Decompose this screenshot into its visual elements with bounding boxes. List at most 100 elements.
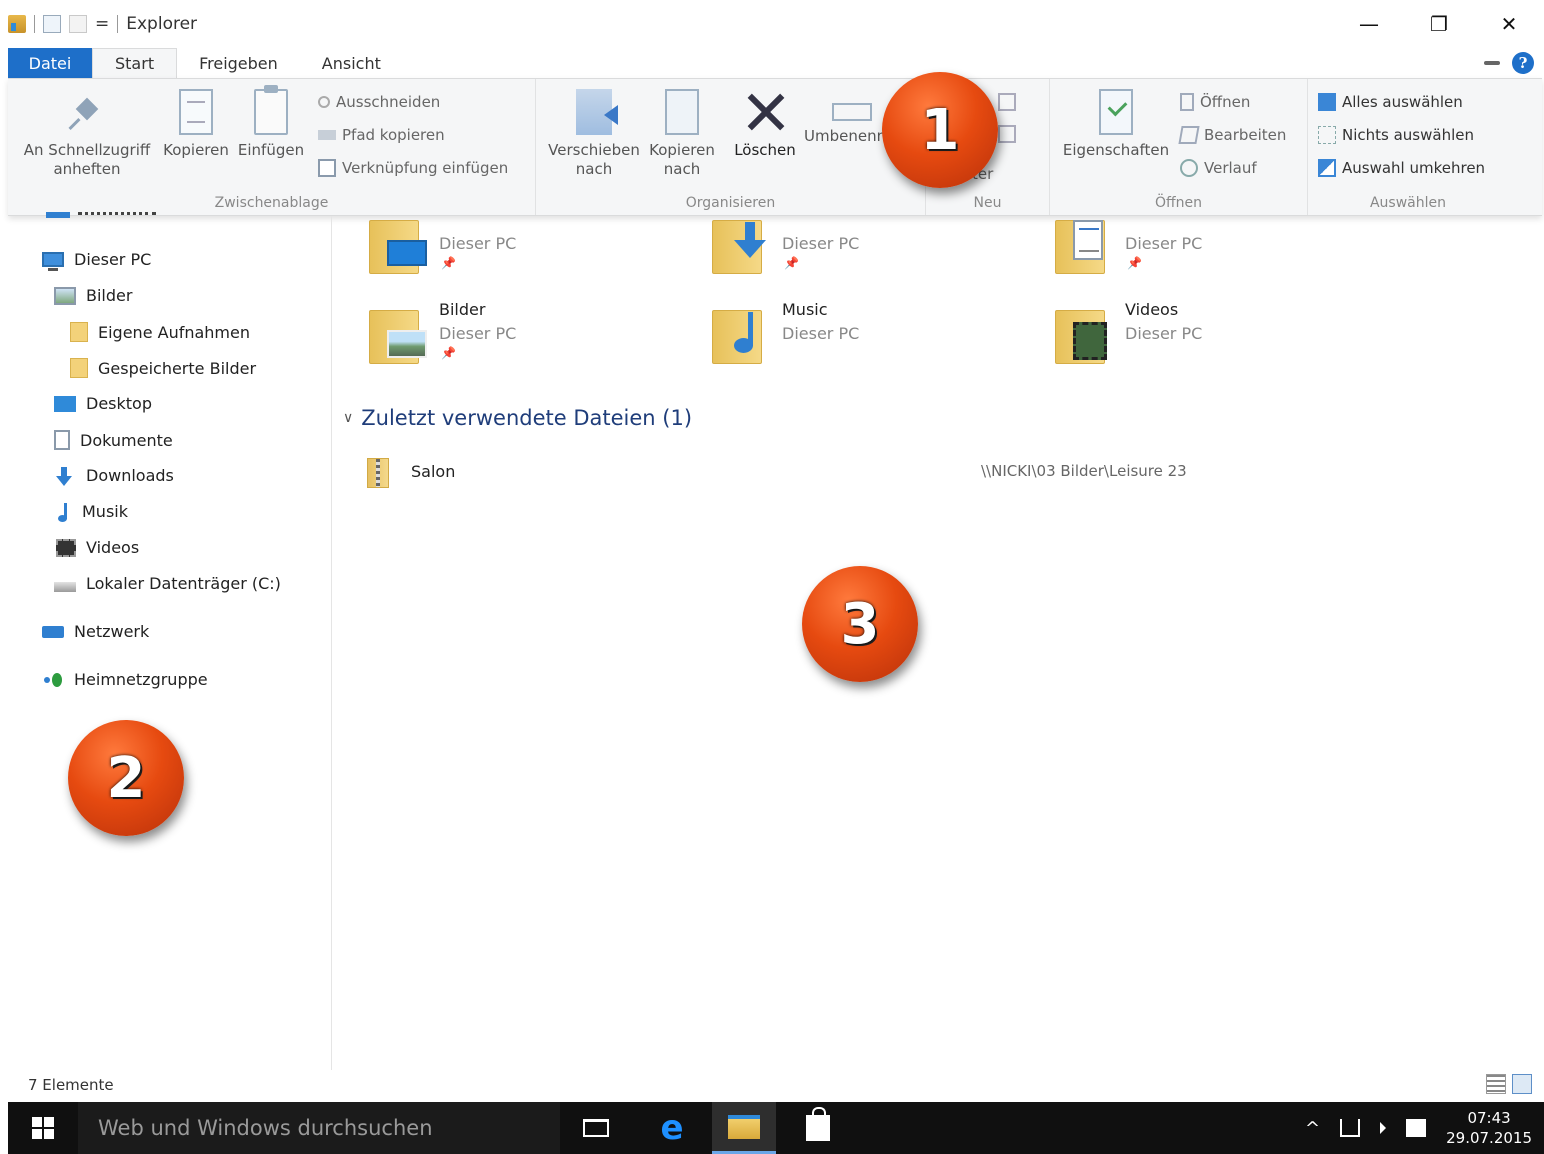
tile-name: Videos: [1125, 300, 1179, 319]
delete-icon: [743, 89, 787, 135]
select-all-button[interactable]: Alles auswählen: [1318, 93, 1463, 111]
properties-icon[interactable]: [43, 15, 61, 33]
nav-item-saved-pictures[interactable]: Gespeicherte Bilder: [70, 358, 256, 378]
taskbar-search-box[interactable]: Web und Windows durchsuchen: [78, 1102, 560, 1154]
edge-button[interactable]: e: [640, 1102, 704, 1154]
pin-icon: 📌: [784, 256, 799, 270]
pin-quick-access-button[interactable]: An Schnellzugriff anheften: [14, 89, 160, 179]
open-label: Öffnen: [1200, 93, 1251, 111]
open-icon: [1180, 93, 1194, 111]
quick-access-tile[interactable]: Dieser PC 📌: [676, 210, 1006, 282]
paste-shortcut-label: Verknüpfung einfügen: [342, 159, 509, 177]
delete-button[interactable]: Löschen: [730, 89, 800, 160]
nav-item-own-photos[interactable]: Eigene Aufnahmen: [70, 322, 250, 342]
list-item[interactable]: Salon \\NICKI\03 Bilder\Leisure 23: [361, 456, 1211, 490]
nav-label-homegroup: Heimnetzgruppe: [74, 670, 208, 689]
task-view-button[interactable]: [564, 1102, 628, 1154]
copy-to-button[interactable]: Kopieren nach: [642, 89, 722, 179]
quick-access-tile[interactable]: Bilder Dieser PC 📌: [333, 300, 663, 372]
nav-item-pictures[interactable]: Bilder: [54, 286, 132, 305]
tab-view[interactable]: Ansicht: [300, 48, 403, 78]
recent-files-header[interactable]: ∨ Zuletzt verwendete Dateien (1): [343, 406, 692, 430]
nav-item-partial-onedrive[interactable]: [46, 212, 166, 222]
quick-access-toolbar: = Explorer: [8, 14, 197, 34]
nav-item-documents[interactable]: Dokumente: [54, 430, 173, 450]
group-clipboard: An Schnellzugriff anheften Kopieren Einf…: [8, 79, 536, 215]
easy-access-button[interactable]: [998, 125, 1016, 143]
nav-label-saved-pictures: Gespeicherte Bilder: [98, 358, 257, 378]
copy-icon: [179, 89, 213, 135]
close-button[interactable]: ✕: [1474, 0, 1544, 48]
show-hidden-icons-icon[interactable]: ^: [1305, 1118, 1320, 1139]
qat-dropdown-icon[interactable]: =: [95, 14, 109, 34]
history-button[interactable]: Verlauf: [1180, 159, 1257, 177]
minimize-button[interactable]: —: [1334, 0, 1404, 48]
store-button[interactable]: [786, 1102, 850, 1154]
nav-label-this-pc: Dieser PC: [74, 250, 152, 269]
tab-file[interactable]: Datei: [8, 48, 92, 78]
properties-button[interactable]: Eigenschaften: [1058, 89, 1174, 160]
paste-shortcut-button[interactable]: Verknüpfung einfügen: [318, 159, 508, 177]
start-button[interactable]: [8, 1102, 78, 1154]
paste-label: Einfügen: [237, 141, 305, 159]
quick-access-tile[interactable]: Dieser PC 📌: [1019, 210, 1349, 282]
tile-location: Dieser PC: [439, 324, 517, 343]
copy-button[interactable]: Kopieren: [158, 89, 234, 160]
downloads-folder-icon: [712, 216, 772, 276]
recent-file-path: \\NICKI\03 Bilder\Leisure 23: [981, 462, 1187, 480]
nav-item-downloads[interactable]: Downloads: [54, 466, 174, 486]
invert-selection-label: Auswahl umkehren: [1342, 159, 1486, 177]
nav-item-videos[interactable]: Videos: [56, 538, 139, 557]
window-title: Explorer: [126, 14, 198, 34]
system-tray: ^ 07:43 29.07.2015: [1305, 1102, 1532, 1154]
clock[interactable]: 07:43 29.07.2015: [1446, 1108, 1532, 1148]
nav-item-this-pc[interactable]: Dieser PC: [42, 250, 152, 271]
videos-folder-icon: [1055, 306, 1115, 366]
quick-access-tile[interactable]: Dieser PC 📌: [333, 210, 663, 282]
task-view-icon: [583, 1119, 609, 1137]
nav-item-desktop[interactable]: Desktop: [54, 394, 152, 413]
nav-item-homegroup[interactable]: Heimnetzgruppe: [42, 670, 208, 689]
group-label-clipboard: Zwischenablage: [214, 195, 329, 211]
nav-label-downloads: Downloads: [86, 466, 174, 485]
cut-button[interactable]: Ausschneiden: [318, 93, 440, 111]
computer-icon: [42, 252, 64, 271]
network-tray-icon[interactable]: [1340, 1119, 1361, 1137]
scissors-icon: [318, 96, 330, 108]
volume-icon[interactable]: [1380, 1122, 1387, 1134]
edge-icon: e: [660, 1108, 684, 1148]
help-icon[interactable]: ?: [1512, 52, 1534, 74]
large-icons-view-icon[interactable]: [1512, 1074, 1532, 1094]
move-to-button[interactable]: Verschieben nach: [544, 89, 644, 179]
tab-share[interactable]: Freigeben: [177, 48, 300, 78]
quick-access-tile[interactable]: Music Dieser PC: [676, 300, 1006, 372]
pin-quick-access-label: An Schnellzugriff anheften: [23, 141, 151, 178]
minimize-ribbon-icon[interactable]: [1484, 61, 1500, 65]
recent-files-title: Zuletzt verwendete Dateien (1): [361, 406, 693, 430]
copy-path-button[interactable]: Pfad kopieren: [318, 126, 445, 144]
invert-selection-button[interactable]: Auswahl umkehren: [1318, 159, 1485, 177]
select-none-button[interactable]: Nichts auswählen: [1318, 126, 1474, 144]
group-label-organize: Organisieren: [685, 195, 776, 211]
nav-item-network[interactable]: Netzwerk: [42, 622, 149, 641]
new-folder-icon[interactable]: [69, 15, 87, 33]
open-button[interactable]: Öffnen: [1180, 93, 1250, 111]
pin-icon: 📌: [441, 346, 456, 360]
properties-check-icon: [1099, 89, 1133, 135]
paste-button[interactable]: Einfügen: [234, 85, 308, 160]
action-center-icon[interactable]: [1406, 1119, 1427, 1137]
maximize-button[interactable]: ❐: [1404, 0, 1474, 48]
explorer-taskbar-button[interactable]: [712, 1102, 776, 1154]
nav-item-music[interactable]: Musik: [58, 502, 128, 522]
qat-separator: [34, 15, 35, 33]
explorer-app-icon[interactable]: [8, 15, 26, 33]
quick-access-tile[interactable]: Videos Dieser PC: [1019, 300, 1349, 372]
nav-item-local-disk[interactable]: Lokaler Datenträger (C:): [54, 574, 281, 593]
new-item-button[interactable]: [998, 93, 1016, 111]
tab-start[interactable]: Start: [92, 48, 178, 78]
download-arrow-icon: [54, 466, 76, 486]
details-view-icon[interactable]: [1486, 1074, 1506, 1094]
edit-button[interactable]: Bearbeiten: [1178, 126, 1286, 144]
callout-1: 1: [882, 72, 998, 188]
windows-logo-icon: [32, 1117, 54, 1139]
